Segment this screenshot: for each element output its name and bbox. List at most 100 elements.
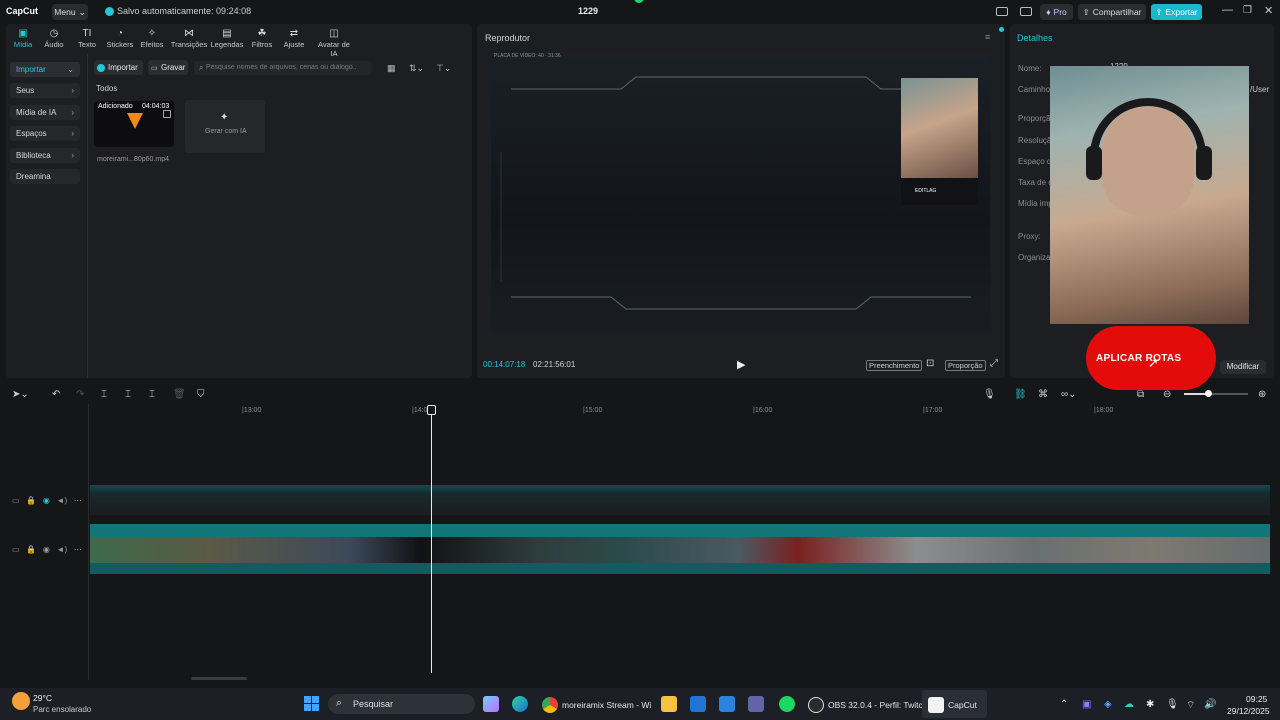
main-clip-header[interactable] — [90, 524, 1270, 537]
play-icon[interactable]: ▶ — [737, 358, 745, 371]
track-clip-icon[interactable]: ▭ — [12, 496, 20, 505]
redo-icon[interactable]: ↷ — [76, 389, 84, 400]
wifi-icon[interactable]: ⌔ — [1186, 699, 1195, 712]
shield-icon[interactable]: ⛉ — [197, 389, 205, 400]
more-icon[interactable]: ⋯ — [74, 496, 82, 505]
file-explorer-icon[interactable] — [661, 696, 677, 715]
select-tool-icon[interactable]: ➤⌄ — [12, 389, 29, 400]
sidebar-item-seus[interactable]: Seus › — [10, 83, 80, 98]
clock-date[interactable]: 29/12/2025 — [1227, 706, 1270, 716]
clock-time[interactable]: 09:25 — [1246, 694, 1267, 704]
microphone-icon[interactable]: 🎙 — [1166, 699, 1179, 710]
sidebar-item-midia-ia[interactable]: Mídia de IA › — [10, 105, 80, 120]
more-icon[interactable]: ⋯ — [74, 545, 82, 554]
playhead-handle[interactable] — [427, 405, 436, 415]
zoom-in-icon[interactable]: ⊕ — [1258, 389, 1266, 400]
outlook-icon[interactable] — [690, 696, 706, 715]
clip-name: moreirami...80p60.mp4 — [97, 156, 169, 163]
timeline-scrollbar[interactable] — [191, 677, 247, 680]
clip-check-icon[interactable] — [163, 110, 171, 118]
sidebar-item-biblioteca[interactable]: Biblioteca › — [10, 148, 80, 163]
maximize-icon[interactable]: ❐ — [1243, 5, 1252, 16]
search-icon: ⌕ — [199, 63, 204, 72]
webcam-photo — [1050, 66, 1249, 324]
zoom-out-icon[interactable]: ⊖ — [1163, 389, 1171, 400]
tool-captions[interactable]: ▤ Legendas — [208, 28, 246, 50]
bluetooth-icon[interactable]: ✱ — [1146, 699, 1154, 710]
grid-view-icon[interactable]: ▦ — [387, 63, 396, 74]
filter-icon[interactable]: ⊤⌄ — [436, 63, 451, 74]
chain-icon[interactable]: ∞⌄ — [1061, 389, 1077, 400]
split-left-icon[interactable]: ⌶ — [125, 389, 131, 400]
minimize-icon[interactable]: — — [1222, 4, 1233, 16]
generate-ai-card[interactable]: ✦ Gerar com IA — [185, 100, 265, 153]
share-button[interactable]: ⇪ Compartilhar — [1078, 4, 1146, 20]
modify-button[interactable]: Modificar — [1220, 360, 1266, 374]
video-preview[interactable]: PLACA DE VÍDEO: 40 · 31:36 EDITLAG — [491, 52, 990, 333]
tool-effects[interactable]: ✧ Efeitos — [133, 28, 171, 50]
taskbar-search[interactable]: ⌕ Pesquisar — [328, 694, 475, 714]
effects-icon: ✧ — [147, 28, 157, 39]
player-menu-icon[interactable]: ≡ — [985, 32, 990, 42]
sidebar-item-importar[interactable]: Importar ⌄ — [10, 62, 80, 77]
panels-icon[interactable] — [1020, 7, 1032, 16]
windows-start-icon[interactable] — [304, 696, 320, 712]
chrome-icon — [542, 697, 558, 713]
fullscreen-icon[interactable]: ⤢ — [990, 358, 998, 369]
close-icon[interactable]: ✕ — [1264, 4, 1273, 17]
menu-button[interactable]: Menu ⌄ — [52, 4, 88, 20]
split-right-icon[interactable]: ⌶ — [149, 389, 155, 400]
edge-icon[interactable] — [512, 696, 528, 715]
zoom-slider-handle[interactable] — [1205, 390, 1212, 397]
copilot-icon[interactable] — [483, 696, 499, 715]
upload-icon: ⇧ — [1155, 6, 1163, 17]
export-button[interactable]: ⇧ Exportar — [1151, 4, 1202, 20]
teams-icon[interactable] — [748, 696, 764, 715]
tool-adjust[interactable]: ⇄ Ajuste — [275, 28, 313, 50]
undo-icon[interactable]: ↶ — [52, 389, 60, 400]
tool-avatar[interactable]: ◫ Avatar de IA — [314, 28, 354, 58]
tray-app-icon[interactable]: ◈ — [1104, 699, 1112, 710]
taskbar-app-chrome[interactable]: moreiramix Stream - Wi — [542, 695, 651, 715]
sidebar-item-dreamina[interactable]: Dreamina — [10, 169, 80, 184]
playhead[interactable] — [427, 405, 436, 673]
audio-icon[interactable]: ◄) — [57, 496, 68, 505]
headphone-right — [1196, 146, 1212, 180]
tool-transitions[interactable]: ⋈ Transições — [170, 28, 208, 50]
pro-button[interactable]: ♦ Pro — [1040, 4, 1073, 20]
sidebar-item-espacos[interactable]: Espaços › — [10, 126, 80, 141]
magnet-icon[interactable]: ⌘ — [1038, 389, 1048, 400]
layout-icon[interactable] — [996, 7, 1008, 16]
sort-icon[interactable]: ⇅⌄ — [409, 63, 424, 74]
media-clip-thumbnail[interactable]: Adicionado 04:04:03 — [94, 101, 174, 147]
preview-icon[interactable]: ⧉ — [1137, 389, 1144, 400]
link-icon[interactable]: ⛓ — [1014, 389, 1027, 400]
track-clip-icon[interactable]: ▭ — [12, 545, 20, 554]
microphone-icon[interactable]: 🎙 — [983, 389, 996, 400]
search-input[interactable]: ⌕ Pesquise nomes de arquivos, cenas ou d… — [194, 61, 372, 75]
spotify-icon[interactable] — [779, 696, 795, 715]
taskbar-app-obs[interactable]: OBS 32.0.4 - Perfil: Twitc — [808, 695, 923, 715]
project-name[interactable]: 1229 — [578, 6, 598, 16]
fill-button[interactable]: Preenchimento — [866, 360, 923, 371]
tray-chevron-icon[interactable]: ⌃ — [1060, 699, 1068, 710]
overlay-track-clip[interactable] — [90, 485, 1270, 515]
main-clip-filmstrip[interactable] — [90, 537, 1270, 563]
tray-app-icon[interactable]: ☁ — [1124, 699, 1134, 710]
split-icon[interactable]: ⌶ — [101, 389, 107, 400]
main-clip-audio-wave[interactable] — [90, 563, 1270, 574]
zoom-slider[interactable] — [1184, 390, 1248, 397]
taskbar-app-capcut[interactable]: CapCut — [928, 695, 977, 715]
tray-app-icon[interactable]: ▣ — [1082, 699, 1091, 710]
delete-icon[interactable]: 🗑 — [173, 389, 186, 400]
captions-icon: ▤ — [222, 28, 232, 39]
crop-icon[interactable]: ⊡ — [926, 358, 934, 369]
ratio-button[interactable]: Proporção — [945, 360, 986, 371]
eye-icon[interactable]: ◉ — [43, 545, 50, 554]
eye-icon[interactable]: ◉ — [43, 496, 50, 505]
lock-icon[interactable]: 🔒 — [26, 496, 36, 505]
lock-icon[interactable]: 🔒 — [26, 545, 36, 554]
volume-icon[interactable]: 🔊 — [1204, 699, 1216, 710]
audio-icon[interactable]: ◄) — [57, 545, 68, 554]
store-icon[interactable] — [719, 696, 735, 715]
